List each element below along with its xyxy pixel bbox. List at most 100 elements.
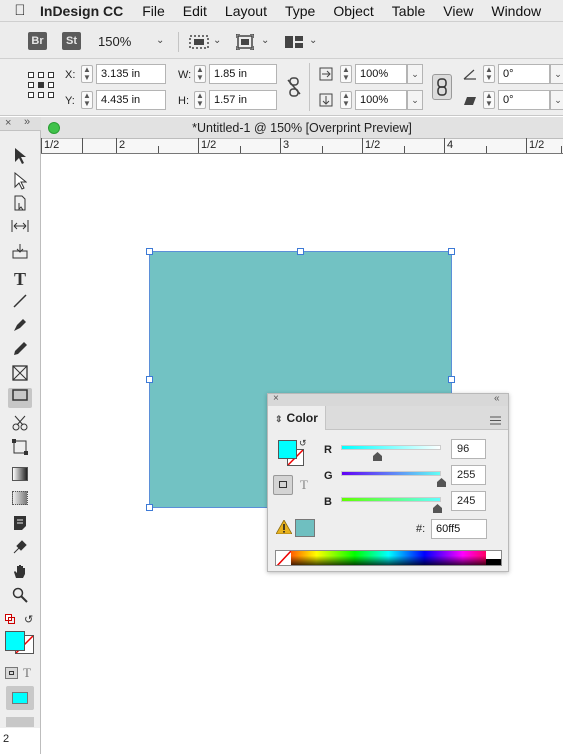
scale-x-field[interactable]: 100%: [355, 64, 407, 84]
rectangle-tool-icon[interactable]: [8, 388, 32, 408]
h-field[interactable]: 1.57 in: [209, 90, 277, 110]
reference-point-icon[interactable]: [28, 72, 54, 98]
formatting-container-button[interactable]: [273, 475, 293, 495]
g-field[interactable]: 255: [451, 465, 486, 485]
page-number-box[interactable]: 2: [0, 728, 41, 754]
view-options-icon[interactable]: [189, 35, 209, 49]
r-slider[interactable]: [341, 445, 441, 450]
bridge-button[interactable]: Br: [28, 32, 47, 50]
menu-object[interactable]: Object: [333, 3, 373, 19]
gradient-swatch-tool-icon[interactable]: [8, 464, 32, 484]
pencil-tool-icon[interactable]: [8, 341, 32, 361]
rectangle-frame-tool-icon[interactable]: [8, 365, 32, 385]
menu-table[interactable]: Table: [392, 3, 425, 19]
content-collector-tool-icon[interactable]: [8, 243, 32, 263]
rotate-field[interactable]: 0°: [498, 64, 550, 84]
panel-menu-icon[interactable]: [490, 414, 501, 425]
gap-tool-icon[interactable]: [8, 219, 32, 239]
x-field[interactable]: 3.135 in: [96, 64, 166, 84]
menu-view[interactable]: View: [443, 3, 473, 19]
rotate-dropdown[interactable]: ⌄: [550, 64, 563, 84]
chevron-down-icon[interactable]: ⌄: [213, 35, 221, 46]
shear-dropdown[interactable]: ⌄: [550, 90, 563, 110]
r-field[interactable]: 96: [451, 439, 486, 459]
collapse-icon[interactable]: »: [24, 116, 30, 128]
h-stepper[interactable]: ▲ ▼: [194, 91, 206, 109]
close-icon[interactable]: ×: [273, 393, 279, 404]
x-stepper[interactable]: ▲ ▼: [81, 65, 93, 83]
tab-color[interactable]: ⇕ Color: [268, 406, 326, 430]
hand-tool-icon[interactable]: [8, 563, 32, 583]
menu-layout[interactable]: Layout: [225, 3, 267, 19]
constrain-proportions-icon[interactable]: [287, 77, 301, 97]
note-tool-icon[interactable]: [8, 515, 32, 535]
warning-icon[interactable]: [275, 519, 293, 535]
swap-colors-icon[interactable]: ↺: [24, 613, 36, 626]
free-transform-tool-icon[interactable]: [8, 439, 32, 459]
scale-x-dropdown[interactable]: ⌄: [407, 64, 423, 84]
rotate-stepper[interactable]: ▲ ▼: [483, 65, 495, 83]
menu-type[interactable]: Type: [285, 3, 315, 19]
shear-field[interactable]: 0°: [498, 90, 550, 110]
g-slider[interactable]: [341, 471, 441, 476]
line-tool-icon[interactable]: [8, 293, 32, 313]
chevron-down-icon[interactable]: ⌄: [156, 35, 164, 46]
color-panel-titlebar[interactable]: × «: [268, 393, 508, 406]
fill-swatch[interactable]: [5, 631, 25, 651]
pen-tool-icon[interactable]: [8, 317, 32, 337]
page-tool-icon[interactable]: [8, 195, 32, 215]
menu-file[interactable]: File: [142, 3, 165, 19]
scale-y-stepper[interactable]: ▲ ▼: [340, 91, 352, 109]
resize-handle[interactable]: [146, 248, 153, 255]
constrain-scale-button[interactable]: [432, 74, 452, 100]
collapse-icon[interactable]: «: [494, 393, 500, 404]
chevron-down-icon[interactable]: ⌄: [261, 35, 269, 46]
menu-edit[interactable]: Edit: [183, 3, 207, 19]
shear-stepper[interactable]: ▲ ▼: [483, 91, 495, 109]
horizontal-ruler[interactable]: 1/2 2 1/2 3 1/2 4 1/2: [41, 138, 563, 154]
resize-handle[interactable]: [448, 248, 455, 255]
selection-tool-icon[interactable]: [8, 146, 32, 166]
white-swatch[interactable]: [486, 551, 501, 559]
scale-y-field[interactable]: 100%: [355, 90, 407, 110]
normal-view-mode-button[interactable]: [6, 686, 34, 710]
app-name-menu[interactable]: InDesign CC: [40, 3, 123, 19]
document-tab[interactable]: *Untitled-1 @ 150% [Overprint Preview]: [41, 117, 563, 139]
resize-handle[interactable]: [448, 376, 455, 383]
resize-handle[interactable]: [146, 504, 153, 511]
close-icon[interactable]: ×: [5, 117, 11, 129]
w-field[interactable]: 1.85 in: [209, 64, 277, 84]
scissors-tool-icon[interactable]: [8, 415, 32, 435]
scale-x-stepper[interactable]: ▲ ▼: [340, 65, 352, 83]
resize-handle[interactable]: [297, 248, 304, 255]
fill-swatch[interactable]: [278, 440, 297, 459]
menu-window[interactable]: Window: [491, 3, 541, 19]
zoom-level-select[interactable]: 150%: [98, 34, 131, 49]
gradient-feather-tool-icon[interactable]: [8, 488, 32, 508]
preview-mode-button[interactable]: [6, 717, 34, 727]
black-swatch[interactable]: [486, 559, 501, 565]
stock-button[interactable]: St: [62, 32, 81, 50]
y-field[interactable]: 4.435 in: [96, 90, 166, 110]
resize-handle[interactable]: [146, 376, 153, 383]
direct-selection-tool-icon[interactable]: [8, 171, 32, 191]
hex-field[interactable]: 60ff5: [431, 519, 487, 539]
arrange-documents-icon[interactable]: [284, 35, 304, 49]
apple-icon[interactable]: : [0, 2, 40, 19]
eyedropper-tool-icon[interactable]: [8, 539, 32, 559]
color-spectrum-ramp[interactable]: [275, 550, 502, 566]
in-gamut-swatch[interactable]: [295, 519, 315, 537]
scale-y-dropdown[interactable]: ⌄: [407, 90, 423, 110]
b-slider[interactable]: [341, 497, 441, 502]
w-stepper[interactable]: ▲ ▼: [194, 65, 206, 83]
formatting-container-icon[interactable]: [5, 667, 18, 679]
r-slider-thumb[interactable]: [373, 450, 382, 461]
zoom-tool-icon[interactable]: [8, 587, 32, 607]
none-swatch[interactable]: [276, 551, 292, 565]
y-stepper[interactable]: ▲ ▼: [81, 91, 93, 109]
g-slider-thumb[interactable]: [437, 476, 446, 487]
screen-mode-icon[interactable]: [235, 33, 255, 51]
default-colors-icon[interactable]: [5, 613, 15, 624]
formatting-text-button[interactable]: T: [300, 477, 308, 493]
type-tool-icon[interactable]: T: [8, 269, 32, 289]
